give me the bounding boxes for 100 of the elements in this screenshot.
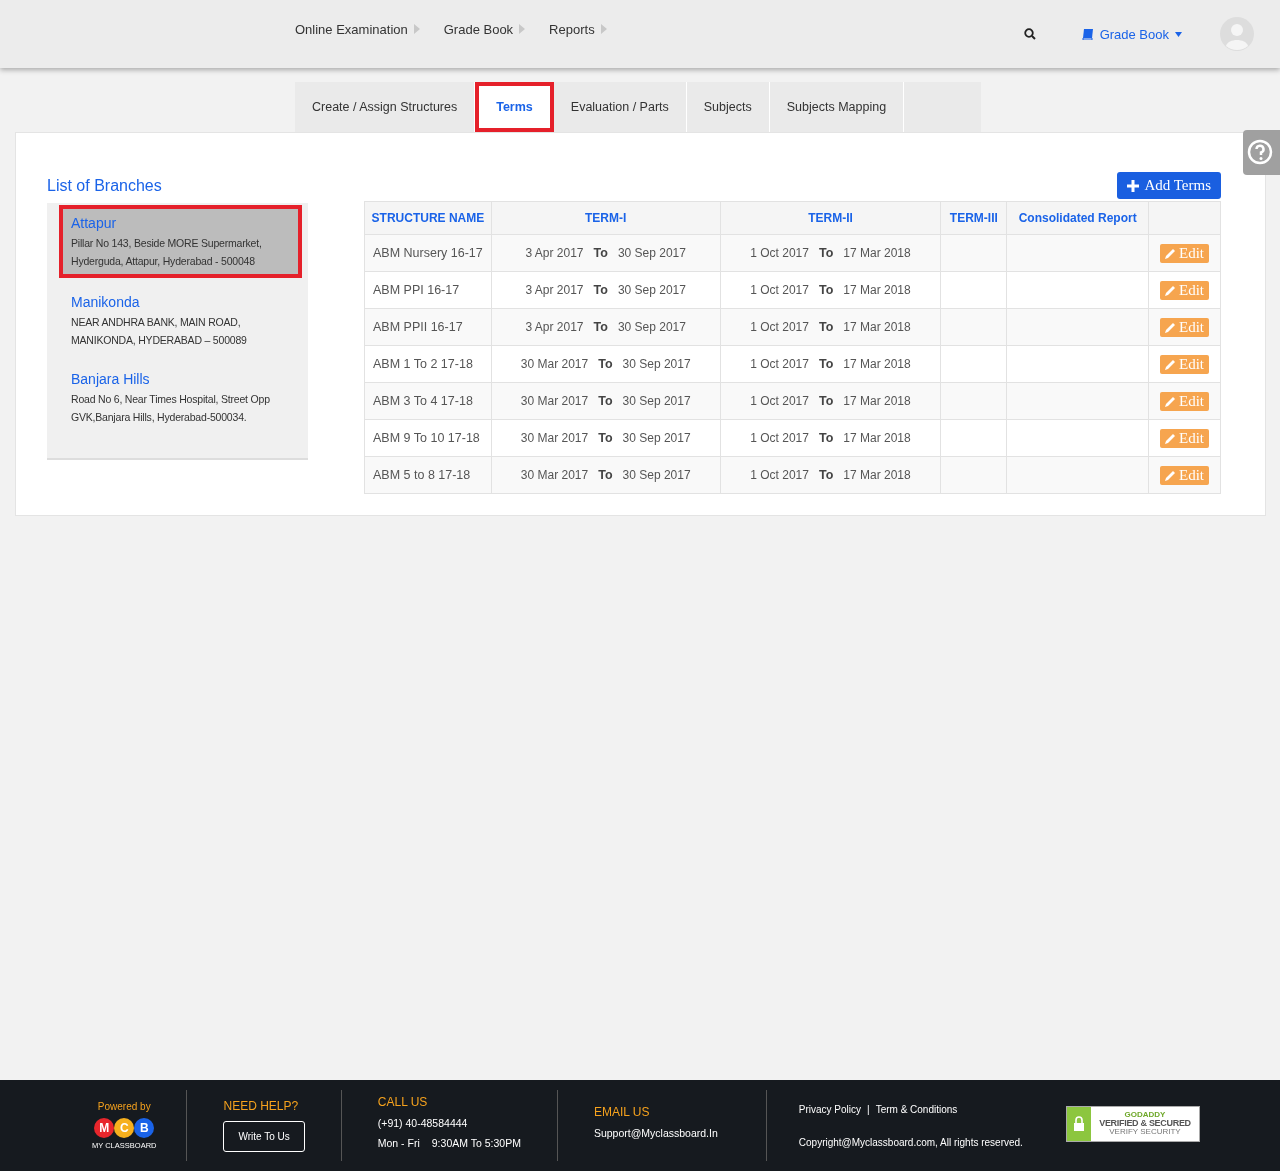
footer-link[interactable]: Term & Conditions xyxy=(875,1103,958,1115)
nav-menu[interactable]: Online Examination xyxy=(295,21,420,37)
end-date: 17 Mar 2018 xyxy=(843,246,911,260)
caret-icon xyxy=(413,24,420,34)
to-label: To xyxy=(818,357,834,371)
table-cell: ABM PPII 16-17 xyxy=(364,308,492,346)
pencil-icon xyxy=(1165,247,1176,259)
pencil-icon xyxy=(1165,432,1176,444)
branch-name: Attapur xyxy=(71,215,118,231)
table-cell: ABM 9 To 10 17-18 xyxy=(364,419,492,457)
start-date: 30 Mar 2017 xyxy=(520,431,589,445)
branch-name: Manikonda xyxy=(71,294,141,310)
start-date: 1 Oct 2017 xyxy=(750,320,809,334)
logo-letter: M xyxy=(94,1118,115,1138)
seal-text: VERIFIED & SECURED xyxy=(1099,1119,1191,1128)
column-header: TERM-I xyxy=(491,201,721,235)
start-date: 1 Oct 2017 xyxy=(750,468,809,482)
copyright-text: Copyright@Myclassboard.com, All rights reserved. xyxy=(798,1136,1023,1148)
pencil-icon xyxy=(1165,358,1176,370)
end-date: 30 Sep 2017 xyxy=(617,246,686,260)
seal-text: GODADDY xyxy=(1124,1111,1166,1119)
start-date: 3 Apr 2017 xyxy=(525,246,584,260)
tab[interactable]: Evaluation / Parts xyxy=(553,82,687,132)
seal-text: VERIFY SECURITY xyxy=(1109,1128,1181,1136)
add-terms-button[interactable]: Add Terms xyxy=(1117,172,1221,199)
start-date: 1 Oct 2017 xyxy=(750,283,809,297)
nav-menu[interactable]: Grade Book xyxy=(443,21,526,37)
logo-letter: C xyxy=(114,1118,135,1138)
caret-icon xyxy=(1175,31,1182,37)
to-label: To xyxy=(818,394,834,408)
table-cell: ABM Nursery 16-17 xyxy=(364,234,492,272)
table-cell: ABM 3 To 4 17-18 xyxy=(364,382,492,420)
end-date: 17 Mar 2018 xyxy=(843,283,911,297)
end-date: 30 Sep 2017 xyxy=(617,320,686,334)
book-icon xyxy=(1081,28,1094,40)
column-header: Consolidated Report xyxy=(1006,201,1149,235)
column-header: TERM-III xyxy=(940,201,1007,235)
end-date: 30 Sep 2017 xyxy=(622,394,691,408)
to-label: To xyxy=(818,246,834,260)
nav-menu[interactable]: Reports xyxy=(549,21,607,37)
section-title: List of Branches xyxy=(47,177,163,195)
start-date: 30 Mar 2017 xyxy=(520,357,589,371)
to-label: To xyxy=(818,468,834,482)
search-icon[interactable] xyxy=(1023,28,1036,40)
end-date: 17 Mar 2018 xyxy=(843,357,911,371)
end-date: 30 Sep 2017 xyxy=(617,283,686,297)
footer-heading: CALL US xyxy=(377,1094,429,1109)
start-date: 3 Apr 2017 xyxy=(525,320,584,334)
security-seal[interactable]: GODADDY VERIFIED & SECURED VERIFY SECURITY xyxy=(1066,1105,1200,1142)
write-button[interactable]: Write To Us xyxy=(223,1121,305,1152)
footer-heading: NEED HELP? xyxy=(223,1099,300,1113)
to-label: To xyxy=(593,246,608,260)
start-date: 30 Mar 2017 xyxy=(520,468,589,482)
start-date: 1 Oct 2017 xyxy=(750,394,809,408)
tab[interactable]: Create / Assign Structures xyxy=(295,82,476,132)
end-date: 30 Sep 2017 xyxy=(622,468,691,482)
table-cell: ABM 5 to 8 17-18 xyxy=(364,456,492,494)
branch-address: NEAR ANDHRA BANK, MAIN ROAD, MANIKONDA, HYDERABAD – 500089 xyxy=(71,315,248,348)
footer-link[interactable]: Privacy Policy xyxy=(798,1103,862,1115)
hours-text: 9:30AM To 5:30PM xyxy=(431,1136,521,1149)
tab[interactable]: Terms xyxy=(475,82,554,132)
pencil-icon xyxy=(1165,284,1176,296)
start-date: 3 Apr 2017 xyxy=(525,283,584,297)
branch-address: Pillar No 143, Beside MORE Supermarket, Hyderguda, Attapur, Hyderabad - 500048 xyxy=(71,236,263,269)
lock-icon xyxy=(1072,1115,1086,1132)
branch-item[interactable]: Manikonda NEAR ANDHRA BANK, MAIN ROAD, MANIKONDA, HYDERABAD – 500089 xyxy=(59,286,302,355)
start-date: 30 Mar 2017 xyxy=(520,394,589,408)
link-separator: | xyxy=(867,1103,870,1115)
tab[interactable]: Subjects xyxy=(686,82,770,132)
start-date: 1 Oct 2017 xyxy=(750,357,809,371)
to-label: To xyxy=(593,320,608,334)
column-header: STRUCTURE NAME xyxy=(364,201,492,235)
to-label: To xyxy=(818,283,834,297)
table-cell: ABM 1 To 2 17-18 xyxy=(364,345,492,383)
days-text: Mon - Fri xyxy=(377,1136,420,1149)
to-label: To xyxy=(598,394,613,408)
pencil-icon xyxy=(1165,469,1176,481)
to-label: To xyxy=(598,357,613,371)
column-header: TERM-II xyxy=(720,201,941,235)
powered-by-label: Powered by xyxy=(97,1101,151,1112)
end-date: 30 Sep 2017 xyxy=(622,431,691,445)
help-icon[interactable] xyxy=(1243,130,1280,175)
to-label: To xyxy=(593,283,608,297)
module-menu[interactable]: Grade Book xyxy=(1081,26,1182,42)
email-address: Support@Myclassboard.In xyxy=(593,1126,718,1139)
logo-letter: B xyxy=(134,1118,155,1138)
to-label: To xyxy=(818,431,834,445)
phone-number: (+91) 40-48584444 xyxy=(377,1116,469,1129)
footer-heading: EMAIL US xyxy=(593,1104,651,1119)
tab[interactable]: Subjects Mapping xyxy=(769,82,905,132)
branch-item[interactable]: Banjara Hills Road No 6, Near Times Hospital, Street Opp GVK,Banjara Hills, Hyderabad-500034. xyxy=(59,363,302,432)
pencil-icon xyxy=(1165,395,1176,407)
end-date: 17 Mar 2018 xyxy=(843,431,911,445)
branch-name: Banjara Hills xyxy=(71,371,151,387)
to-label: To xyxy=(818,320,834,334)
branch-address: Road No 6, Near Times Hospital, Street Opp GVK,Banjara Hills, Hyderabad-500034. xyxy=(71,392,271,425)
to-label: To xyxy=(598,468,613,482)
branch-item[interactable]: Attapur Pillar No 143, Beside MORE Supermarket, Hyderguda, Attapur, Hyderabad - 500048 xyxy=(59,205,302,278)
caret-icon xyxy=(600,24,607,34)
pencil-icon xyxy=(1165,321,1176,333)
